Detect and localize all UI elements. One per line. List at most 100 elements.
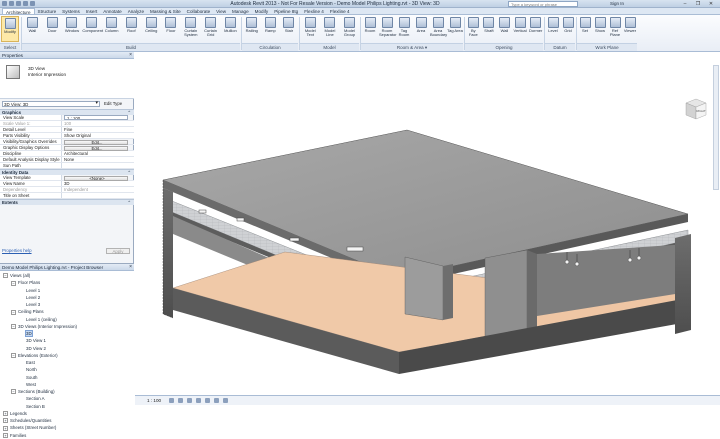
- minimize-button[interactable]: –: [680, 1, 690, 7]
- open-icon[interactable]: [9, 1, 14, 6]
- shadows-icon[interactable]: [196, 398, 202, 403]
- tab-view[interactable]: View: [213, 8, 229, 14]
- build-floor-button[interactable]: Floor: [162, 16, 181, 42]
- browser-node[interactable]: 3D View 1: [0, 337, 134, 344]
- expand-icon[interactable]: +: [3, 418, 8, 424]
- datum-level-button[interactable]: Level: [546, 16, 560, 42]
- collapse-icon[interactable]: −: [3, 273, 8, 279]
- expand-icon[interactable]: +: [3, 425, 8, 431]
- browser-node[interactable]: − Floor Plans: [0, 279, 134, 286]
- browser-node[interactable]: + Schedules/Quantities: [0, 417, 134, 424]
- panel-model[interactable]: Model: [300, 43, 359, 51]
- model-model-line-button[interactable]: Model Line: [321, 16, 340, 42]
- expand-icon[interactable]: +: [3, 432, 8, 438]
- browser-node[interactable]: Level 1 (ceiling): [0, 316, 134, 323]
- tab-annotate[interactable]: Annotate: [100, 8, 124, 14]
- tab-massing-site[interactable]: Massing & Site: [147, 8, 184, 14]
- datum-grid-button[interactable]: Grid: [561, 16, 575, 42]
- browser-node[interactable]: Level 3: [0, 301, 134, 308]
- room-area-area-boundary-button[interactable]: Area Boundary: [430, 16, 447, 42]
- collapse-icon[interactable]: ⌃: [127, 170, 131, 176]
- browser-node[interactable]: + Sheets (Street Number): [0, 424, 134, 431]
- collapse-icon[interactable]: −: [11, 324, 16, 330]
- room-area-tag-area-button[interactable]: Tag Area: [447, 16, 463, 42]
- tab-flexline-4[interactable]: Flexline 4: [301, 8, 327, 14]
- close-button[interactable]: ✕: [706, 1, 716, 7]
- circulation-railing-button[interactable]: Railing: [243, 16, 261, 42]
- close-icon[interactable]: ×: [129, 52, 132, 59]
- show-crop-region-icon[interactable]: [214, 398, 220, 403]
- group-graphics[interactable]: Graphics ⌃: [0, 109, 134, 115]
- build-mullion-button[interactable]: Mullion: [221, 16, 240, 42]
- browser-node[interactable]: 3D View 2: [0, 345, 134, 352]
- browser-node[interactable]: Level 1: [0, 287, 134, 294]
- sun-path-icon[interactable]: [187, 398, 193, 403]
- undo-icon[interactable]: [23, 1, 28, 6]
- browser-node[interactable]: − Elevations (Exterior): [0, 352, 134, 359]
- panel-work-plane[interactable]: Work Plane: [577, 43, 637, 51]
- maximize-button[interactable]: ❐: [693, 1, 703, 7]
- tab-manage[interactable]: Manage: [229, 8, 252, 14]
- visual-style-icon[interactable]: [178, 398, 184, 403]
- collapse-icon[interactable]: −: [11, 309, 16, 315]
- browser-node[interactable]: South: [0, 374, 134, 381]
- search-input[interactable]: Type a keyword or phrase: [508, 1, 578, 7]
- workplane-viewer-button[interactable]: Viewer: [623, 16, 637, 42]
- build-roof-button[interactable]: Roof: [122, 16, 141, 42]
- collapse-icon[interactable]: −: [11, 389, 16, 395]
- tab-structure[interactable]: Structure: [35, 8, 60, 14]
- browser-node[interactable]: + Families: [0, 432, 134, 439]
- circulation-stair-button[interactable]: Stair: [280, 16, 298, 42]
- 3d-viewport[interactable]: RIGHT: [135, 52, 720, 395]
- edit-type-button[interactable]: Edit Type: [104, 101, 122, 106]
- app-menu-icon[interactable]: [2, 1, 7, 6]
- workplane-ref-plane-button[interactable]: Ref Plane: [608, 16, 622, 42]
- room-area-room-button[interactable]: Room: [362, 16, 378, 42]
- browser-node[interactable]: East: [0, 359, 134, 366]
- build-component-button[interactable]: Component: [82, 16, 103, 42]
- browser-node[interactable]: Level 2: [0, 294, 134, 301]
- panel-circulation[interactable]: Circulation: [242, 43, 298, 51]
- tab-collaborate[interactable]: Collaborate: [184, 8, 214, 14]
- tab-flexline-4[interactable]: Flexline 4: [327, 8, 353, 14]
- model-model-text-button[interactable]: Model Text: [301, 16, 320, 42]
- crop-view-icon[interactable]: [205, 398, 211, 403]
- group-extents[interactable]: Extents ⌃: [0, 199, 134, 205]
- group-identity-data[interactable]: Identity Data ⌃: [0, 169, 134, 175]
- quick-access-toolbar[interactable]: [2, 1, 35, 6]
- panel-opening[interactable]: Opening: [465, 43, 543, 51]
- room-area-area-button[interactable]: Area: [413, 16, 429, 42]
- panel-build[interactable]: Build: [22, 43, 240, 51]
- browser-node[interactable]: −3D Views (Interior Impression): [0, 323, 134, 330]
- tab-architecture[interactable]: Architecture: [2, 8, 35, 15]
- browser-node[interactable]: North: [0, 366, 134, 373]
- room-area-tag-room-button[interactable]: Tag Room: [396, 16, 412, 42]
- browser-node[interactable]: Section A: [0, 395, 134, 402]
- tab-pipeline-8tg[interactable]: Pipeline 8tg: [271, 8, 301, 14]
- expand-icon[interactable]: +: [3, 411, 8, 417]
- room-area-room-separator-button[interactable]: Room Separator: [379, 16, 397, 42]
- tab-systems[interactable]: Systems: [59, 8, 83, 14]
- panel-datum[interactable]: Datum: [545, 43, 575, 51]
- temporary-hide-icon[interactable]: [223, 398, 229, 403]
- collapse-icon[interactable]: −: [11, 353, 16, 359]
- view-scale-label[interactable]: 1 : 100: [147, 398, 161, 403]
- build-curtain-system-button[interactable]: Curtain System: [181, 16, 200, 42]
- build-curtain-grid-button[interactable]: Curtain Grid: [201, 16, 220, 42]
- tab-insert[interactable]: Insert: [83, 8, 101, 14]
- close-icon[interactable]: ×: [129, 264, 132, 271]
- properties-help-link[interactable]: Properties help: [2, 248, 32, 253]
- panel-room-area[interactable]: Room & Area ▾: [361, 43, 463, 51]
- browser-node[interactable]: + Legends: [0, 410, 134, 417]
- browser-node[interactable]: − Views (all): [0, 272, 134, 279]
- instance-dropdown[interactable]: 3D View: 3D: [2, 100, 100, 107]
- opening-vertical-button[interactable]: Vertical: [513, 16, 528, 42]
- collapse-icon[interactable]: −: [11, 280, 16, 286]
- apply-button[interactable]: Apply: [106, 248, 130, 254]
- opening-wall-button[interactable]: Wall: [497, 16, 512, 42]
- edit-button[interactable]: Edit...: [64, 139, 128, 145]
- property-value[interactable]: 1 : 100: [64, 115, 128, 120]
- browser-node[interactable]: Section B: [0, 403, 134, 410]
- browser-node[interactable]: − Sections (Building): [0, 388, 134, 395]
- browser-node[interactable]: − Ceiling Plans: [0, 308, 134, 315]
